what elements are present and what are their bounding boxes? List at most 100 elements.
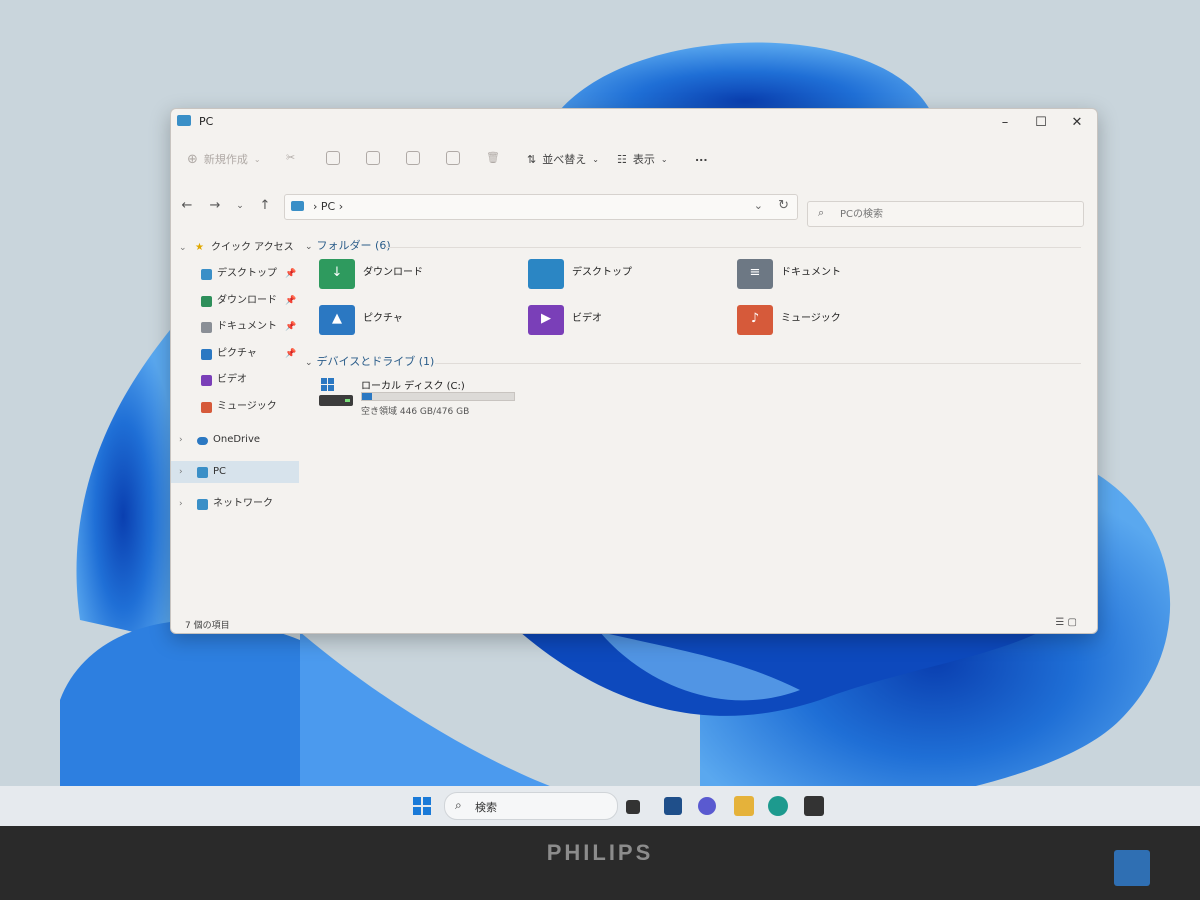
search-icon: ⌕ — [455, 798, 462, 812]
drive-free-space: 空き領域 446 GB/476 GB — [361, 407, 470, 417]
refresh-icon[interactable]: ↻ — [778, 198, 789, 213]
sidebar-item-quick-0[interactable]: デスクトップ 📌 — [171, 263, 299, 285]
more-options-button[interactable]: ... — [695, 151, 708, 164]
chevron-right-icon[interactable]: › — [179, 461, 183, 483]
file-explorer-icon[interactable] — [734, 796, 754, 816]
sidebar-item-onedrive[interactable]: › OneDrive — [171, 429, 299, 451]
pc-icon — [291, 201, 304, 211]
clipboard-icon — [366, 151, 380, 165]
sidebar-item-quick-access[interactable]: ⌄ ★ クイック アクセス — [171, 237, 299, 259]
new-label: 新規作成 — [203, 153, 248, 166]
folder-glyph: ≡ — [749, 265, 761, 280]
desktop-icon — [201, 269, 212, 280]
minimize-button[interactable]: – — [987, 111, 1023, 135]
chevron-down-icon: ⌄ — [305, 242, 313, 252]
copy-button[interactable] — [326, 151, 340, 165]
start-icon[interactable] — [412, 796, 432, 816]
rename-button[interactable] — [406, 151, 420, 165]
sidebar-item-quick-1[interactable]: ダウンロード 📌 — [171, 290, 299, 312]
music-icon — [201, 401, 212, 413]
copy-icon — [326, 151, 340, 165]
download-icon — [201, 295, 212, 307]
cut-button[interactable]: ✂ — [286, 151, 295, 164]
breadcrumb: › PC › — [313, 200, 343, 213]
folder-item-4[interactable]: ▶ ビデオ — [528, 305, 728, 345]
edge-icon[interactable] — [768, 796, 788, 816]
folders-group-header[interactable]: ⌄ フォルダー (6) — [305, 237, 391, 253]
documents-folder-icon: ≡ — [737, 259, 773, 289]
recent-locations-button[interactable]: ⌄ — [229, 195, 251, 217]
taskbar: ⌕ 検索 — [0, 786, 1200, 826]
sidebar-item-network[interactable]: › ネットワーク — [171, 493, 299, 515]
maximize-button[interactable]: ☐ — [1023, 111, 1059, 135]
folder-label: ビデオ — [572, 313, 602, 324]
close-button[interactable]: ✕ — [1059, 111, 1095, 135]
folder-item-2[interactable]: ≡ ドキュメント — [737, 259, 937, 299]
task-view-icon[interactable] — [626, 800, 640, 814]
pin-icon: 📌 — [285, 269, 297, 279]
drives-group-header[interactable]: ⌄ デバイスとドライブ (1) — [305, 353, 434, 369]
file-explorer-window: PC – ☐ ✕ ⊕ 新規作成 ⌄ ✂ 🗑 ⇅ 並べ替え ⌄ ☷ 表示 ⌄ ..… — [170, 108, 1098, 634]
folder-item-0[interactable]: ↓ ダウンロード — [319, 259, 519, 299]
sidebar-item-quick-4[interactable]: ビデオ — [171, 369, 299, 391]
pin-icon: 📌 — [285, 295, 297, 306]
chevron-down-icon: ⌄ — [592, 154, 599, 164]
sidebar-item-quick-2[interactable]: ドキュメント 📌 — [171, 316, 299, 338]
view-button[interactable]: ☷ 表示 ⌄ — [617, 151, 668, 167]
content-pane: ⌄ フォルダー (6) ↓ ダウンロード デスクトップ ≡ ドキュメント ▲ ピクチャ ▶ ビデオ… — [305, 233, 1085, 623]
sidebar-item-label: PC — [213, 466, 227, 477]
folder-item-3[interactable]: ▲ ピクチャ — [319, 305, 519, 345]
forward-button[interactable]: → — [204, 195, 226, 217]
cloud-icon — [197, 437, 208, 445]
taskbar-search-label: 検索 — [475, 801, 497, 814]
sidebar-item-pc[interactable]: › PC — [171, 461, 299, 483]
drive-usage-fill — [362, 393, 372, 400]
address-bar[interactable]: › PC › ⌄ ↻ — [284, 194, 798, 220]
share-button[interactable] — [446, 151, 460, 165]
taskbar-search[interactable]: ⌕ 検索 — [444, 792, 618, 820]
folder-item-5[interactable]: ♪ ミュージック — [737, 305, 937, 345]
monitor-bezel: PHILIPS — [0, 826, 1200, 900]
details-view-icon[interactable]: ☰ — [1055, 617, 1064, 628]
chevron-right-icon[interactable]: › — [179, 493, 183, 515]
navigation-pane: ⌄ ★ クイック アクセス デスクトップ 📌 ダウンロード 📌 ドキュメント 📌 ピクチャ 📌… — [171, 237, 299, 617]
store-icon[interactable] — [804, 796, 824, 816]
up-button[interactable]: ↑ — [254, 195, 276, 217]
new-button[interactable]: ⊕ 新規作成 ⌄ — [187, 151, 261, 167]
view-toggle: ☰ ▢ — [1055, 617, 1077, 628]
document-icon — [201, 322, 212, 333]
folder-label: ミュージック — [781, 313, 841, 324]
widgets-icon[interactable] — [664, 797, 682, 815]
search-box[interactable]: ⌕ — [807, 201, 1084, 227]
sidebar-item-label: デスクトップ — [217, 268, 277, 279]
pictures-folder-icon: ▲ — [319, 305, 355, 335]
plus-circle-icon: ⊕ — [187, 151, 198, 167]
back-button[interactable]: ← — [176, 195, 198, 217]
sidebar-item-label: ピクチャ — [217, 347, 257, 359]
drives-group-label: デバイスとドライブ (1) — [316, 355, 435, 368]
chevron-down-icon[interactable]: ⌄ — [179, 237, 187, 259]
sort-icon: ⇅ — [527, 152, 537, 166]
chat-icon[interactable] — [698, 797, 716, 815]
paste-button[interactable] — [366, 151, 380, 165]
scissors-icon: ✂ — [286, 151, 296, 164]
folder-glyph: ♪ — [750, 311, 760, 326]
tiles-view-icon[interactable]: ▢ — [1068, 617, 1077, 628]
drive-item-c[interactable]: ローカル ディスク (C:) 空き領域 446 GB/476 GB — [319, 377, 529, 419]
view-label: 表示 — [632, 153, 655, 166]
sidebar-item-quick-3[interactable]: ピクチャ 📌 — [171, 343, 299, 365]
divider — [435, 363, 1081, 364]
sidebar-item-quick-5[interactable]: ミュージック — [171, 396, 299, 418]
sort-button[interactable]: ⇅ 並べ替え ⌄ — [527, 151, 599, 167]
folder-item-1[interactable]: デスクトップ — [528, 259, 728, 299]
music-folder-icon: ♪ — [737, 305, 773, 335]
delete-button[interactable]: 🗑 — [486, 151, 500, 164]
chevron-right-icon[interactable]: › — [179, 429, 183, 451]
sidebar-item-label: ネットワーク — [213, 498, 273, 509]
title-bar[interactable]: PC – ☐ ✕ — [171, 109, 1097, 137]
breadcrumb-pc[interactable]: PC — [321, 200, 335, 213]
search-input[interactable] — [838, 205, 1072, 223]
sidebar-item-label: ビデオ — [217, 374, 247, 385]
window-title: PC — [199, 115, 214, 128]
address-dropdown-icon[interactable]: ⌄ — [754, 199, 763, 212]
